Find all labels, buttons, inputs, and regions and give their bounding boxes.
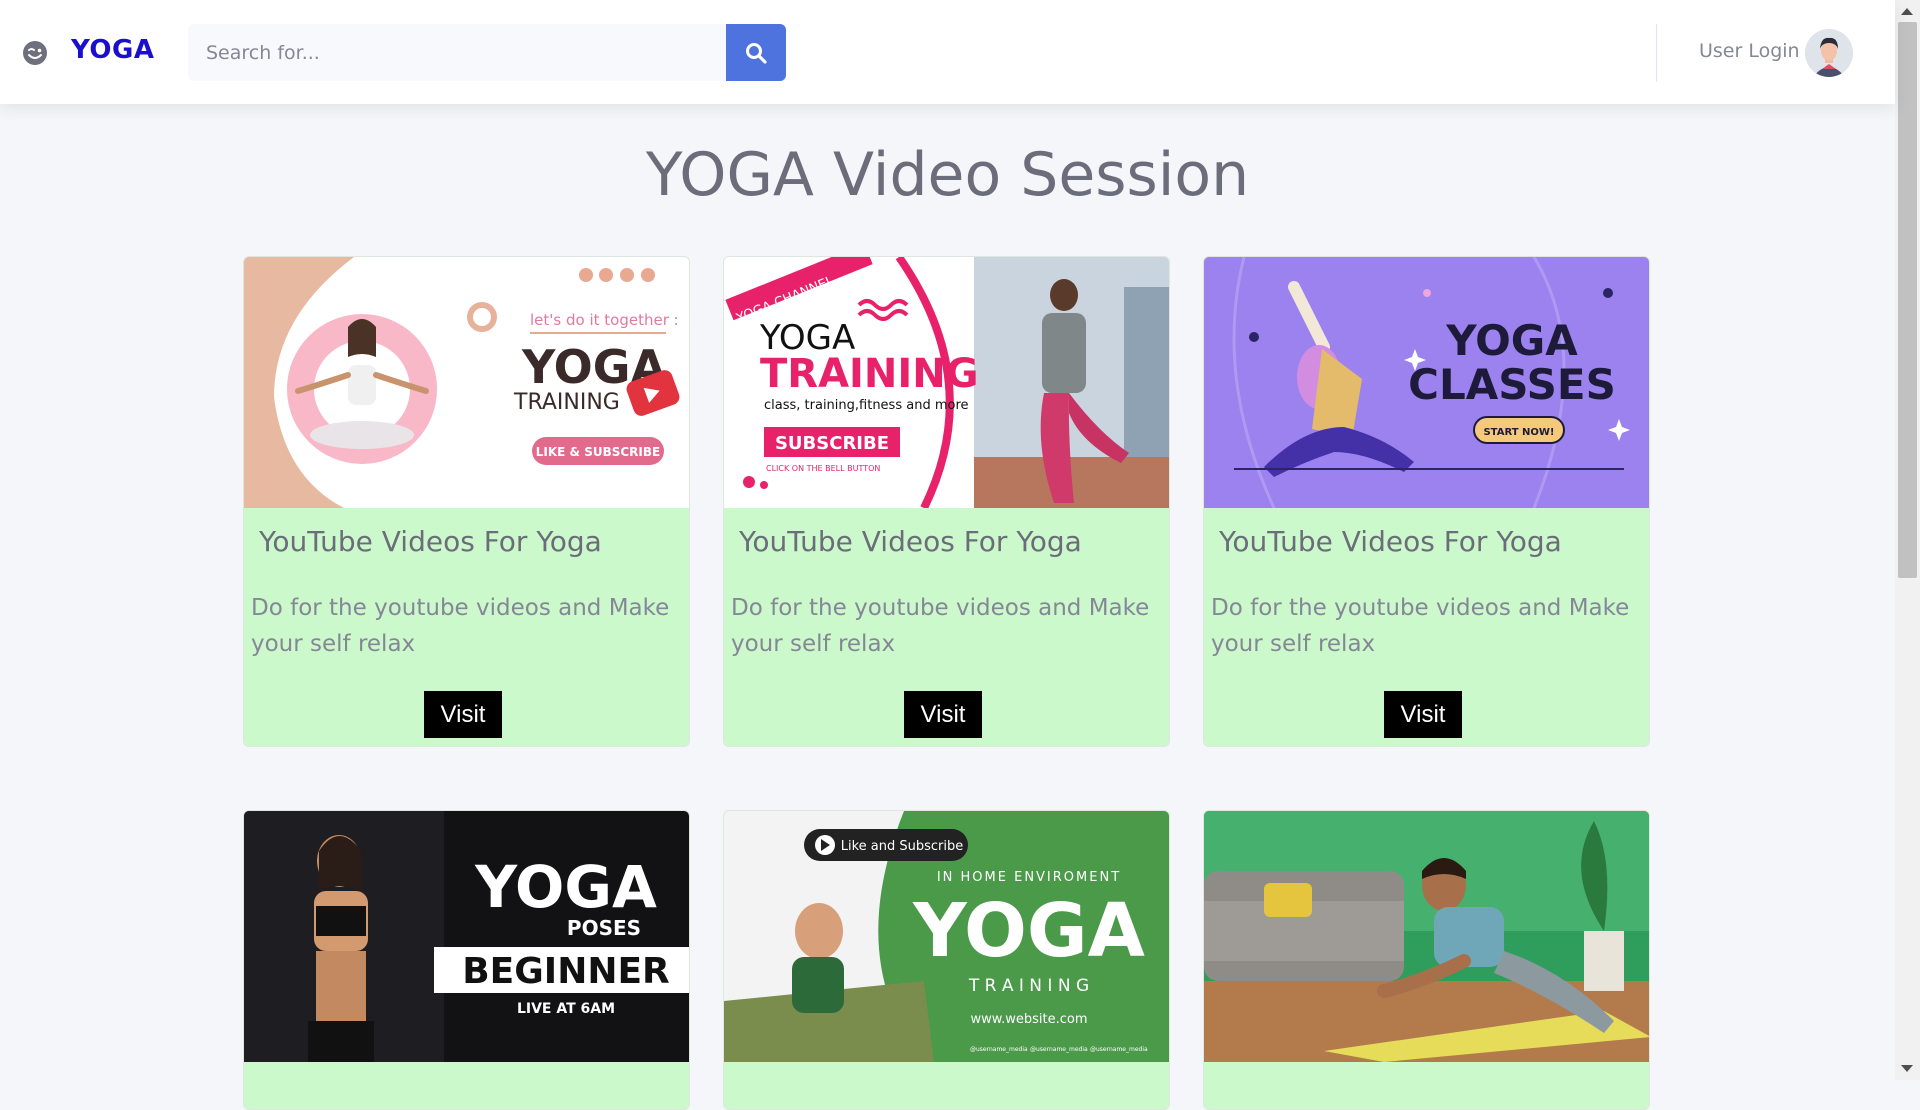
card-description: Do for the youtube videos and Make your …	[1211, 595, 1630, 657]
visit-button[interactable]: Visit	[424, 691, 502, 738]
card-thumbnail[interactable]: YOGA CHANNEL YOGA TRAINING class, traini…	[724, 257, 1170, 508]
visit-button[interactable]: Visit	[904, 691, 982, 738]
thumb-text-3: class, training,fitness and more	[764, 398, 969, 413]
topbar-divider	[1656, 24, 1657, 82]
thumb-text-1: YOGA	[1445, 316, 1578, 365]
card-thumbnail[interactable]: YOGA CLASSES START NOW!	[1204, 257, 1650, 508]
thumb-text-4: LIVE AT 6AM	[517, 1001, 615, 1017]
topbar: YOGA User Login	[0, 0, 1895, 104]
thumb-text-2: CLASSES	[1408, 360, 1616, 409]
card-title: YouTube Videos For Yoga	[739, 525, 1082, 558]
card-thumbnail[interactable]: let's do it together : YOGA TRAINING LIK…	[244, 257, 690, 508]
search-bar	[188, 24, 786, 81]
thumb-text-2: TRAINING	[760, 351, 979, 397]
card-description: Do for the youtube videos and Make your …	[251, 595, 670, 657]
video-card: let's do it together : YOGA TRAINING LIK…	[243, 256, 690, 747]
thumb-text-3: T R A I N I N G	[968, 976, 1089, 996]
thumb-badge: SUBSCRIBE	[775, 433, 889, 454]
video-card: YOGA POSES BEGINNER LIVE AT 6AM	[243, 810, 690, 1110]
thumb-text-3: BEGINNER	[462, 951, 670, 992]
card-thumbnail[interactable]	[1204, 811, 1650, 1062]
card-title: YouTube Videos For Yoga	[259, 525, 602, 558]
card-thumbnail[interactable]: Like and Subscribe IN HOME ENVIROMENT YO…	[724, 811, 1170, 1062]
card-description: Do for the youtube videos and Make your …	[731, 595, 1150, 657]
scrollbar-thumb[interactable]	[1898, 22, 1917, 578]
search-button[interactable]	[726, 24, 786, 81]
video-card: YOGA CHANNEL YOGA TRAINING class, traini…	[723, 256, 1170, 747]
visit-button[interactable]: Visit	[1384, 691, 1462, 738]
video-card: Like and Subscribe IN HOME ENVIROMENT YO…	[723, 810, 1170, 1110]
thumb-badge: START NOW!	[1483, 427, 1554, 438]
thumb-text-4: www.website.com	[970, 1012, 1087, 1027]
search-icon	[746, 42, 767, 64]
thumb-text-2: POSES	[567, 916, 641, 940]
thumb-text-1: YOGA	[474, 853, 657, 921]
thumb-text-1: IN HOME ENVIROMENT	[937, 870, 1121, 885]
thumb-text-1: let's do it together :	[530, 311, 679, 329]
thumb-text-3: TRAINING	[513, 390, 620, 415]
scroll-down-arrow-icon[interactable]	[1901, 1065, 1913, 1072]
video-card: YOGA CLASSES START NOW! YouTube Videos F…	[1203, 256, 1650, 747]
thumb-text-2: YOGA	[912, 888, 1145, 974]
thumb-badge: Like and Subscribe	[841, 839, 964, 854]
card-title: YouTube Videos For Yoga	[1219, 525, 1562, 558]
brand-name[interactable]: YOGA	[71, 35, 154, 65]
page-title: YOGA Video Session	[645, 140, 1250, 210]
vertical-scrollbar[interactable]	[1895, 0, 1920, 1080]
card-thumbnail[interactable]: YOGA POSES BEGINNER LIVE AT 6AM	[244, 811, 690, 1062]
thumb-subtext: CLICK ON THE BELL BUTTON	[766, 464, 880, 473]
thumb-badge: LIKE & SUBSCRIBE	[536, 445, 660, 459]
search-input[interactable]	[188, 24, 726, 81]
user-avatar[interactable]	[1805, 29, 1853, 77]
video-card	[1203, 810, 1650, 1110]
wink-face-icon[interactable]	[22, 40, 48, 66]
scroll-up-arrow-icon[interactable]	[1901, 8, 1913, 15]
thumb-handle-2: @username_media	[1030, 1046, 1088, 1053]
thumb-handle-3: @username_media	[1090, 1046, 1148, 1053]
user-login-label[interactable]: User Login	[1699, 40, 1800, 62]
thumb-handle-1: @username_media	[970, 1046, 1028, 1053]
